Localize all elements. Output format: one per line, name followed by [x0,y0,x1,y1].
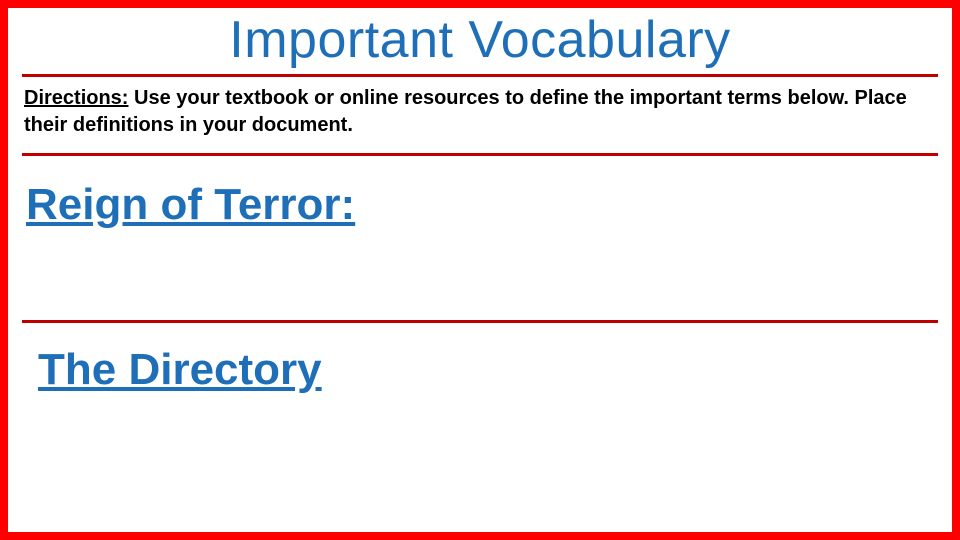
divider-mid [22,320,938,323]
vocab-term-1: Reign of Terror: [8,180,952,230]
slide-frame: Important Vocabulary Directions: Use you… [0,0,960,540]
directions-paragraph: Directions: Use your textbook or online … [8,85,952,139]
vocab-term-2: The Directory [8,345,952,395]
directions-label: Directions: [24,87,128,109]
divider-under-title [22,74,938,77]
divider-under-directions [22,153,938,156]
slide-title: Important Vocabulary [8,10,952,70]
directions-body: Use your textbook or online resources to… [24,87,907,136]
